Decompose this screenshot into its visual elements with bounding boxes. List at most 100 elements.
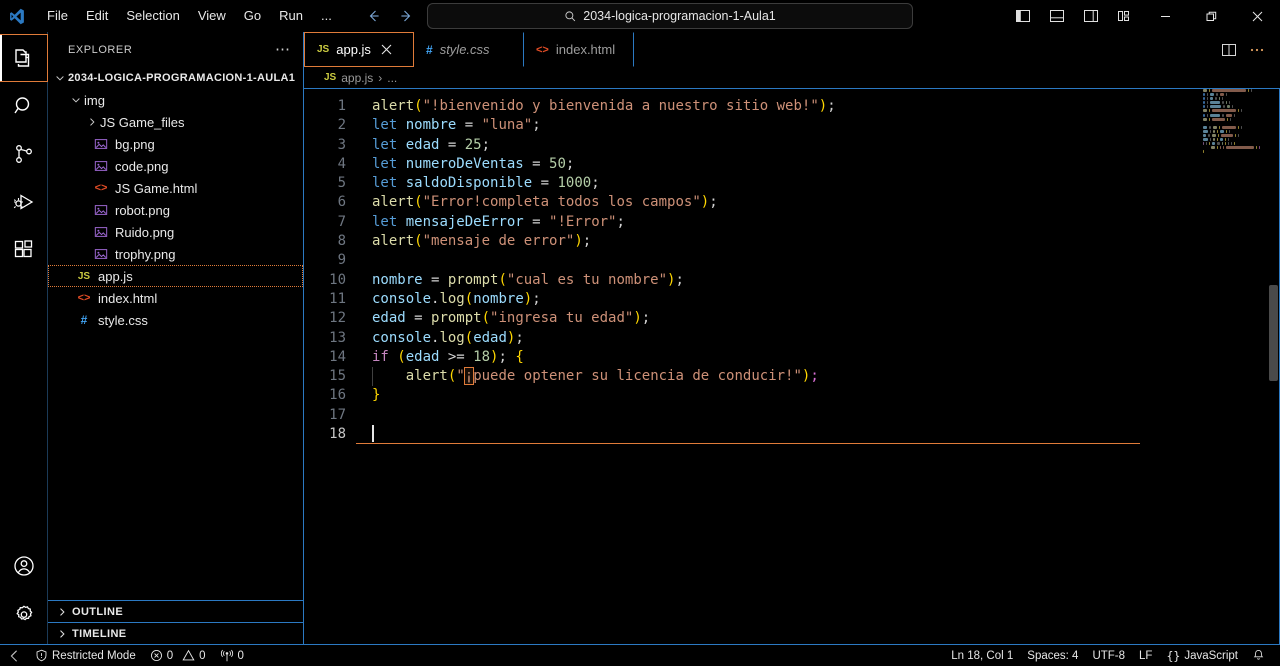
restore-button[interactable]: [1188, 0, 1234, 32]
tree-item-app-js[interactable]: JS app.js: [48, 265, 303, 287]
minimap-line: [1200, 89, 1266, 92]
status-encoding[interactable]: UTF-8: [1085, 645, 1132, 666]
status-notifications[interactable]: [1245, 645, 1272, 666]
menu-edit[interactable]: Edit: [77, 4, 117, 28]
code-line[interactable]: }: [356, 386, 1280, 405]
code-token: =: [523, 213, 550, 230]
tree-item-index-html[interactable]: <> index.html: [48, 287, 303, 309]
toggle-primary-sidebar-icon[interactable]: [1006, 0, 1040, 32]
tree-root-folder[interactable]: 2034-LOGICA-PROGRAMACION-1-AULA1: [48, 67, 303, 89]
activitybar-item-explorer[interactable]: [0, 34, 48, 82]
search-input[interactable]: 2034-logica-programacion-1-Aula1: [427, 3, 913, 29]
status-problems[interactable]: 0 0: [143, 645, 213, 666]
code-line[interactable]: if (edad >= 18); {: [356, 348, 1280, 367]
code-line[interactable]: nombre = prompt("cual es tu nombre");: [356, 271, 1280, 290]
activitybar-item-accounts[interactable]: [0, 542, 48, 590]
activitybar-item-manage[interactable]: [0, 590, 48, 638]
menu-view[interactable]: View: [189, 4, 235, 28]
minimap-line: [1200, 129, 1266, 133]
tab-app-js[interactable]: JS app.js: [304, 32, 414, 67]
code-content[interactable]: alert("!bienvenido y bienvenida a nuestr…: [356, 89, 1280, 445]
code-line[interactable]: console.log(nombre);: [356, 290, 1280, 309]
minimize-button[interactable]: [1142, 0, 1188, 32]
line-number: 12: [329, 310, 346, 327]
code-line[interactable]: let numeroDeVentas = 50;: [356, 155, 1280, 174]
code-line[interactable]: alert("mensaje de error");: [356, 232, 1280, 251]
css-file-icon: #: [426, 42, 433, 57]
toggle-panel-icon[interactable]: [1040, 0, 1074, 32]
minimap[interactable]: [1200, 89, 1266, 644]
minimap-line: [1200, 142, 1266, 146]
menu-run[interactable]: Run: [270, 4, 312, 28]
code-editor[interactable]: 1 2 3 4 5 6 7 8 9 10 11 12 13 14 15 16 17 18 alert("!bien…: [304, 89, 1280, 644]
files-icon: [12, 46, 36, 70]
editor-scrollbar[interactable]: [1269, 285, 1278, 381]
tree-item-robot-png[interactable]: robot.png: [48, 199, 303, 221]
status-eol[interactable]: LF: [1132, 645, 1159, 666]
activitybar-item-extensions[interactable]: [0, 226, 48, 274]
close-button[interactable]: [1234, 0, 1280, 32]
ellipsis-icon[interactable]: ⋯: [275, 42, 291, 57]
tree-item-ruido-png[interactable]: Ruido.png: [48, 221, 303, 243]
code-token: "mensaje de error": [422, 233, 575, 250]
sidebar-section-label: TIMELINE: [72, 627, 127, 640]
code-token: alert: [372, 233, 415, 250]
code-token: ;: [641, 310, 651, 327]
status-language-label: JavaScript: [1184, 649, 1238, 662]
line-number: 9: [337, 252, 346, 269]
more-actions-icon[interactable]: [1244, 37, 1270, 63]
activitybar-item-search[interactable]: [0, 82, 48, 130]
arrow-left-icon[interactable]: [365, 7, 383, 25]
image-file-icon: [92, 159, 110, 173]
breadcrumb-trailing[interactable]: ...: [387, 71, 397, 85]
status-ports[interactable]: 0: [213, 645, 251, 666]
breadcrumb[interactable]: JS app.js › ...: [304, 67, 1280, 89]
code-line[interactable]: alert("¡puede optener su licencia de con…: [356, 367, 1280, 387]
code-line[interactable]: [356, 251, 1280, 270]
breadcrumb-file[interactable]: app.js: [341, 71, 373, 85]
menu-go[interactable]: Go: [235, 4, 270, 28]
menu-file[interactable]: File: [38, 4, 77, 28]
split-editor-right-icon[interactable]: [1216, 37, 1242, 63]
tree-item-js-game-files[interactable]: JS Game_files: [48, 111, 303, 133]
close-icon[interactable]: [378, 41, 395, 58]
tab-label: index.html: [555, 42, 616, 57]
code-line[interactable]: alert("Error!completa todos los campos")…: [356, 193, 1280, 212]
code-line[interactable]: edad = prompt("ingresa tu edad");: [356, 309, 1280, 328]
status-language-mode[interactable]: {} JavaScript: [1159, 645, 1245, 666]
tree-item-js-game-html[interactable]: <> JS Game.html: [48, 177, 303, 199]
activitybar-item-run-and-debug[interactable]: [0, 178, 48, 226]
code-line[interactable]: let edad = 25;: [356, 136, 1280, 155]
arrow-right-icon[interactable]: [397, 7, 415, 25]
status-restricted-mode[interactable]: Restricted Mode: [28, 645, 143, 666]
code-token: let: [372, 175, 398, 192]
status-cursor-position[interactable]: Ln 18, Col 1: [944, 645, 1020, 666]
code-line[interactable]: [356, 406, 1280, 425]
tree-item-bg-png[interactable]: bg.png: [48, 133, 303, 155]
toggle-secondary-sidebar-icon[interactable]: [1074, 0, 1108, 32]
tree-item-style-css[interactable]: # style.css: [48, 309, 303, 331]
workbench-body: EXPLORER ⋯ 2034-LOGICA-PROGRAMACION-1-AU…: [0, 32, 1280, 644]
code-line[interactable]: let saldoDisponible = 1000;: [356, 174, 1280, 193]
tab-index-html[interactable]: <> index.html: [524, 32, 634, 67]
menu-more[interactable]: ...: [312, 4, 341, 28]
tree-item-code-png[interactable]: code.png: [48, 155, 303, 177]
code-line[interactable]: console.log(edad);: [356, 329, 1280, 348]
activitybar-item-source-control[interactable]: [0, 130, 48, 178]
code-line[interactable]: let nombre = "luna";: [356, 116, 1280, 135]
minimap-line: [1200, 97, 1266, 101]
code-line[interactable]: let mensajeDeError = "!Error";: [356, 213, 1280, 232]
code-line[interactable]: alert("!bienvenido y bienvenida a nuestr…: [356, 97, 1280, 116]
menu-selection[interactable]: Selection: [117, 4, 188, 28]
status-remote-indicator[interactable]: [0, 645, 28, 666]
tree-item-img[interactable]: img: [48, 89, 303, 111]
sidebar-section-outline[interactable]: OUTLINE: [48, 600, 303, 622]
customize-layout-icon[interactable]: [1108, 0, 1142, 32]
tab-style-css[interactable]: # style.css: [414, 32, 524, 67]
sidebar-section-timeline[interactable]: TIMELINE: [48, 622, 303, 644]
code-line[interactable]: [356, 425, 1280, 445]
tree-item-trophy-png[interactable]: trophy.png: [48, 243, 303, 265]
status-indentation[interactable]: Spaces: 4: [1020, 645, 1085, 666]
